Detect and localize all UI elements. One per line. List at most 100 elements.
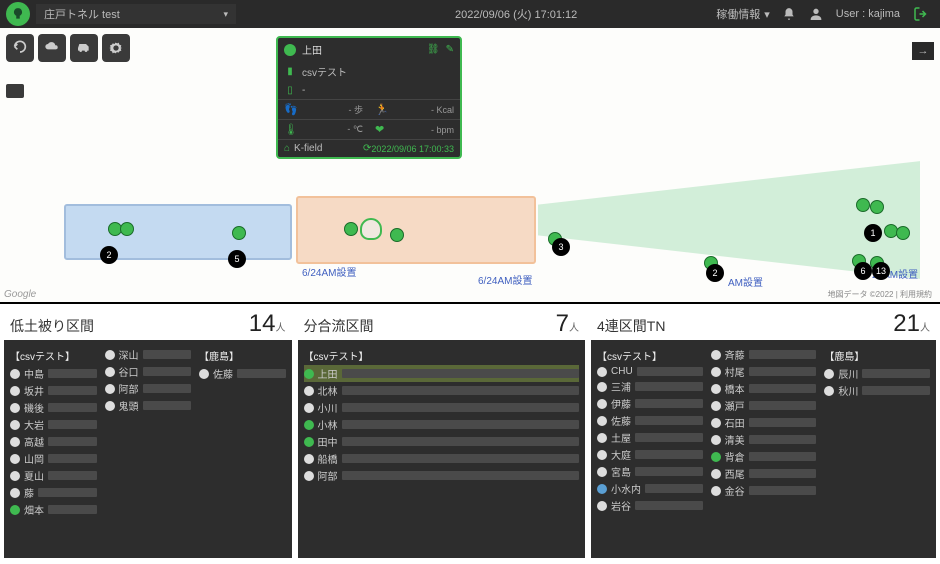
link-icon[interactable]: ⛓ bbox=[427, 44, 440, 55]
helmet-status-icon bbox=[711, 401, 721, 411]
helmet-status-icon bbox=[10, 403, 20, 413]
person-row[interactable]: 坂井 bbox=[10, 382, 97, 399]
person-row[interactable]: 中島 bbox=[10, 365, 97, 382]
person-row[interactable]: 磯後 bbox=[10, 399, 97, 416]
helmet-status-icon bbox=[711, 452, 721, 462]
count-badge[interactable]: 2 bbox=[706, 264, 724, 282]
helmet-status-icon bbox=[105, 384, 115, 394]
person-row[interactable]: 藤 bbox=[10, 484, 97, 501]
helmet-status-icon bbox=[597, 501, 607, 511]
person-row[interactable]: 船橋 bbox=[304, 450, 580, 467]
person-row[interactable]: 清美 bbox=[711, 431, 817, 448]
person-row[interactable]: 佐藤 bbox=[597, 412, 703, 429]
helmet-status-icon bbox=[105, 367, 115, 377]
person-row[interactable]: 大岩 bbox=[10, 416, 97, 433]
undo-button[interactable] bbox=[6, 34, 34, 62]
worker-helmet-marker[interactable] bbox=[360, 218, 382, 240]
person-row[interactable]: CHU bbox=[597, 365, 703, 378]
group-label: 【csvテスト】 bbox=[304, 348, 580, 363]
person-row[interactable]: 北林 bbox=[304, 382, 580, 399]
user-label: User : kajima bbox=[836, 8, 900, 20]
person-row[interactable]: 谷口 bbox=[105, 363, 192, 380]
heart-icon: ❤ bbox=[375, 123, 384, 136]
worker-marker[interactable] bbox=[856, 198, 870, 212]
person-name: 佐藤 bbox=[213, 366, 233, 381]
person-row[interactable]: 三浦 bbox=[597, 378, 703, 395]
person-row[interactable]: 辰川 bbox=[824, 365, 930, 382]
person-row[interactable]: 小川 bbox=[304, 399, 580, 416]
person-row[interactable]: 伊藤 bbox=[597, 395, 703, 412]
collapse-left-button[interactable] bbox=[6, 84, 24, 98]
person-row[interactable]: 夏山 bbox=[10, 467, 97, 484]
person-row[interactable]: 村尾 bbox=[711, 363, 817, 380]
person-row[interactable]: 田中 bbox=[304, 433, 580, 450]
person-detail-blurred bbox=[862, 369, 930, 378]
person-row[interactable]: 瀬戸 bbox=[711, 397, 817, 414]
logout-icon[interactable] bbox=[912, 5, 930, 23]
person-row[interactable]: 土屋 bbox=[597, 429, 703, 446]
person-row[interactable]: 橋本 bbox=[711, 380, 817, 397]
panel-title: 分合流区間 bbox=[304, 316, 374, 336]
person-row[interactable]: 岩谷 bbox=[597, 497, 703, 514]
person-row[interactable]: 佐藤 bbox=[199, 365, 286, 382]
worker-marker[interactable] bbox=[120, 222, 134, 236]
zone-blue[interactable] bbox=[64, 204, 292, 260]
count-badge[interactable]: 1 bbox=[864, 224, 882, 242]
person-row[interactable]: 上田 bbox=[304, 365, 580, 382]
person-row[interactable]: 背倉 bbox=[711, 448, 817, 465]
person-row[interactable]: 小林 bbox=[304, 416, 580, 433]
person-row[interactable]: 阿部 bbox=[105, 380, 192, 397]
count-badge[interactable]: 13 bbox=[872, 262, 890, 280]
helmet-status-icon bbox=[711, 486, 721, 496]
worker-marker[interactable] bbox=[896, 226, 910, 240]
worker-marker[interactable] bbox=[390, 228, 404, 242]
map-view[interactable]: → 上田 ⛓ ✎ ▮ csvテスト ▯ - 👣 - 歩 bbox=[0, 28, 940, 304]
zone-orange[interactable] bbox=[296, 196, 536, 264]
project-selector[interactable]: 庄戸トネル test bbox=[36, 4, 236, 24]
layer-selector[interactable]: 稼働情報 ▾ bbox=[716, 6, 770, 22]
count-badge[interactable]: 6 bbox=[854, 262, 872, 280]
company-icon: ▮ bbox=[284, 66, 296, 77]
user-avatar-icon[interactable] bbox=[808, 6, 824, 22]
zone-label-c: AM設置 bbox=[728, 274, 763, 289]
chevron-down-icon: ▾ bbox=[764, 8, 770, 21]
expand-right-button[interactable]: → bbox=[912, 42, 934, 60]
person-name: 夏山 bbox=[24, 468, 44, 483]
person-row[interactable]: 阿部 bbox=[304, 467, 580, 484]
person-row[interactable]: 大庭 bbox=[597, 446, 703, 463]
person-row[interactable]: 山岡 bbox=[10, 450, 97, 467]
count-badge[interactable]: 3 bbox=[552, 238, 570, 256]
person-detail-blurred bbox=[342, 386, 580, 395]
person-row[interactable]: 西尾 bbox=[711, 465, 817, 482]
steps-cell: 👣 - 歩 bbox=[278, 100, 369, 119]
count-badge[interactable]: 5 bbox=[228, 250, 246, 268]
count-badge[interactable]: 2 bbox=[100, 246, 118, 264]
person-row[interactable]: 小水内 bbox=[597, 480, 703, 497]
worker-marker[interactable] bbox=[870, 200, 884, 214]
notifications-icon[interactable] bbox=[782, 7, 796, 21]
person-row[interactable]: 金谷 bbox=[711, 482, 817, 499]
group-label: 【鹿島】 bbox=[199, 348, 286, 363]
person-row[interactable]: 石田 bbox=[711, 414, 817, 431]
worker-name: 上田 bbox=[302, 42, 421, 57]
worker-marker[interactable] bbox=[344, 222, 358, 236]
settings-button[interactable] bbox=[102, 34, 130, 62]
card-header: 上田 ⛓ ✎ bbox=[278, 38, 460, 61]
person-row[interactable]: 斉藤 bbox=[711, 346, 817, 363]
panel-title: 低土被り区間 bbox=[10, 316, 94, 336]
weather-button[interactable] bbox=[38, 34, 66, 62]
person-row[interactable]: 宮島 bbox=[597, 463, 703, 480]
person-row[interactable]: 深山 bbox=[105, 346, 192, 363]
person-name: 小林 bbox=[318, 417, 338, 432]
person-row[interactable]: 鬼頭 bbox=[105, 397, 192, 414]
vehicle-button[interactable] bbox=[70, 34, 98, 62]
refresh-icon[interactable]: ⟳ bbox=[363, 143, 371, 154]
edit-icon[interactable]: ✎ bbox=[446, 44, 454, 55]
person-row[interactable]: 高越 bbox=[10, 433, 97, 450]
person-row[interactable]: 秋川 bbox=[824, 382, 930, 399]
worker-marker[interactable] bbox=[232, 226, 246, 240]
person-detail-blurred bbox=[143, 367, 192, 376]
app-logo-icon[interactable] bbox=[6, 2, 30, 26]
person-row[interactable]: 畑本 bbox=[10, 501, 97, 518]
helmet-status-icon bbox=[10, 505, 20, 515]
